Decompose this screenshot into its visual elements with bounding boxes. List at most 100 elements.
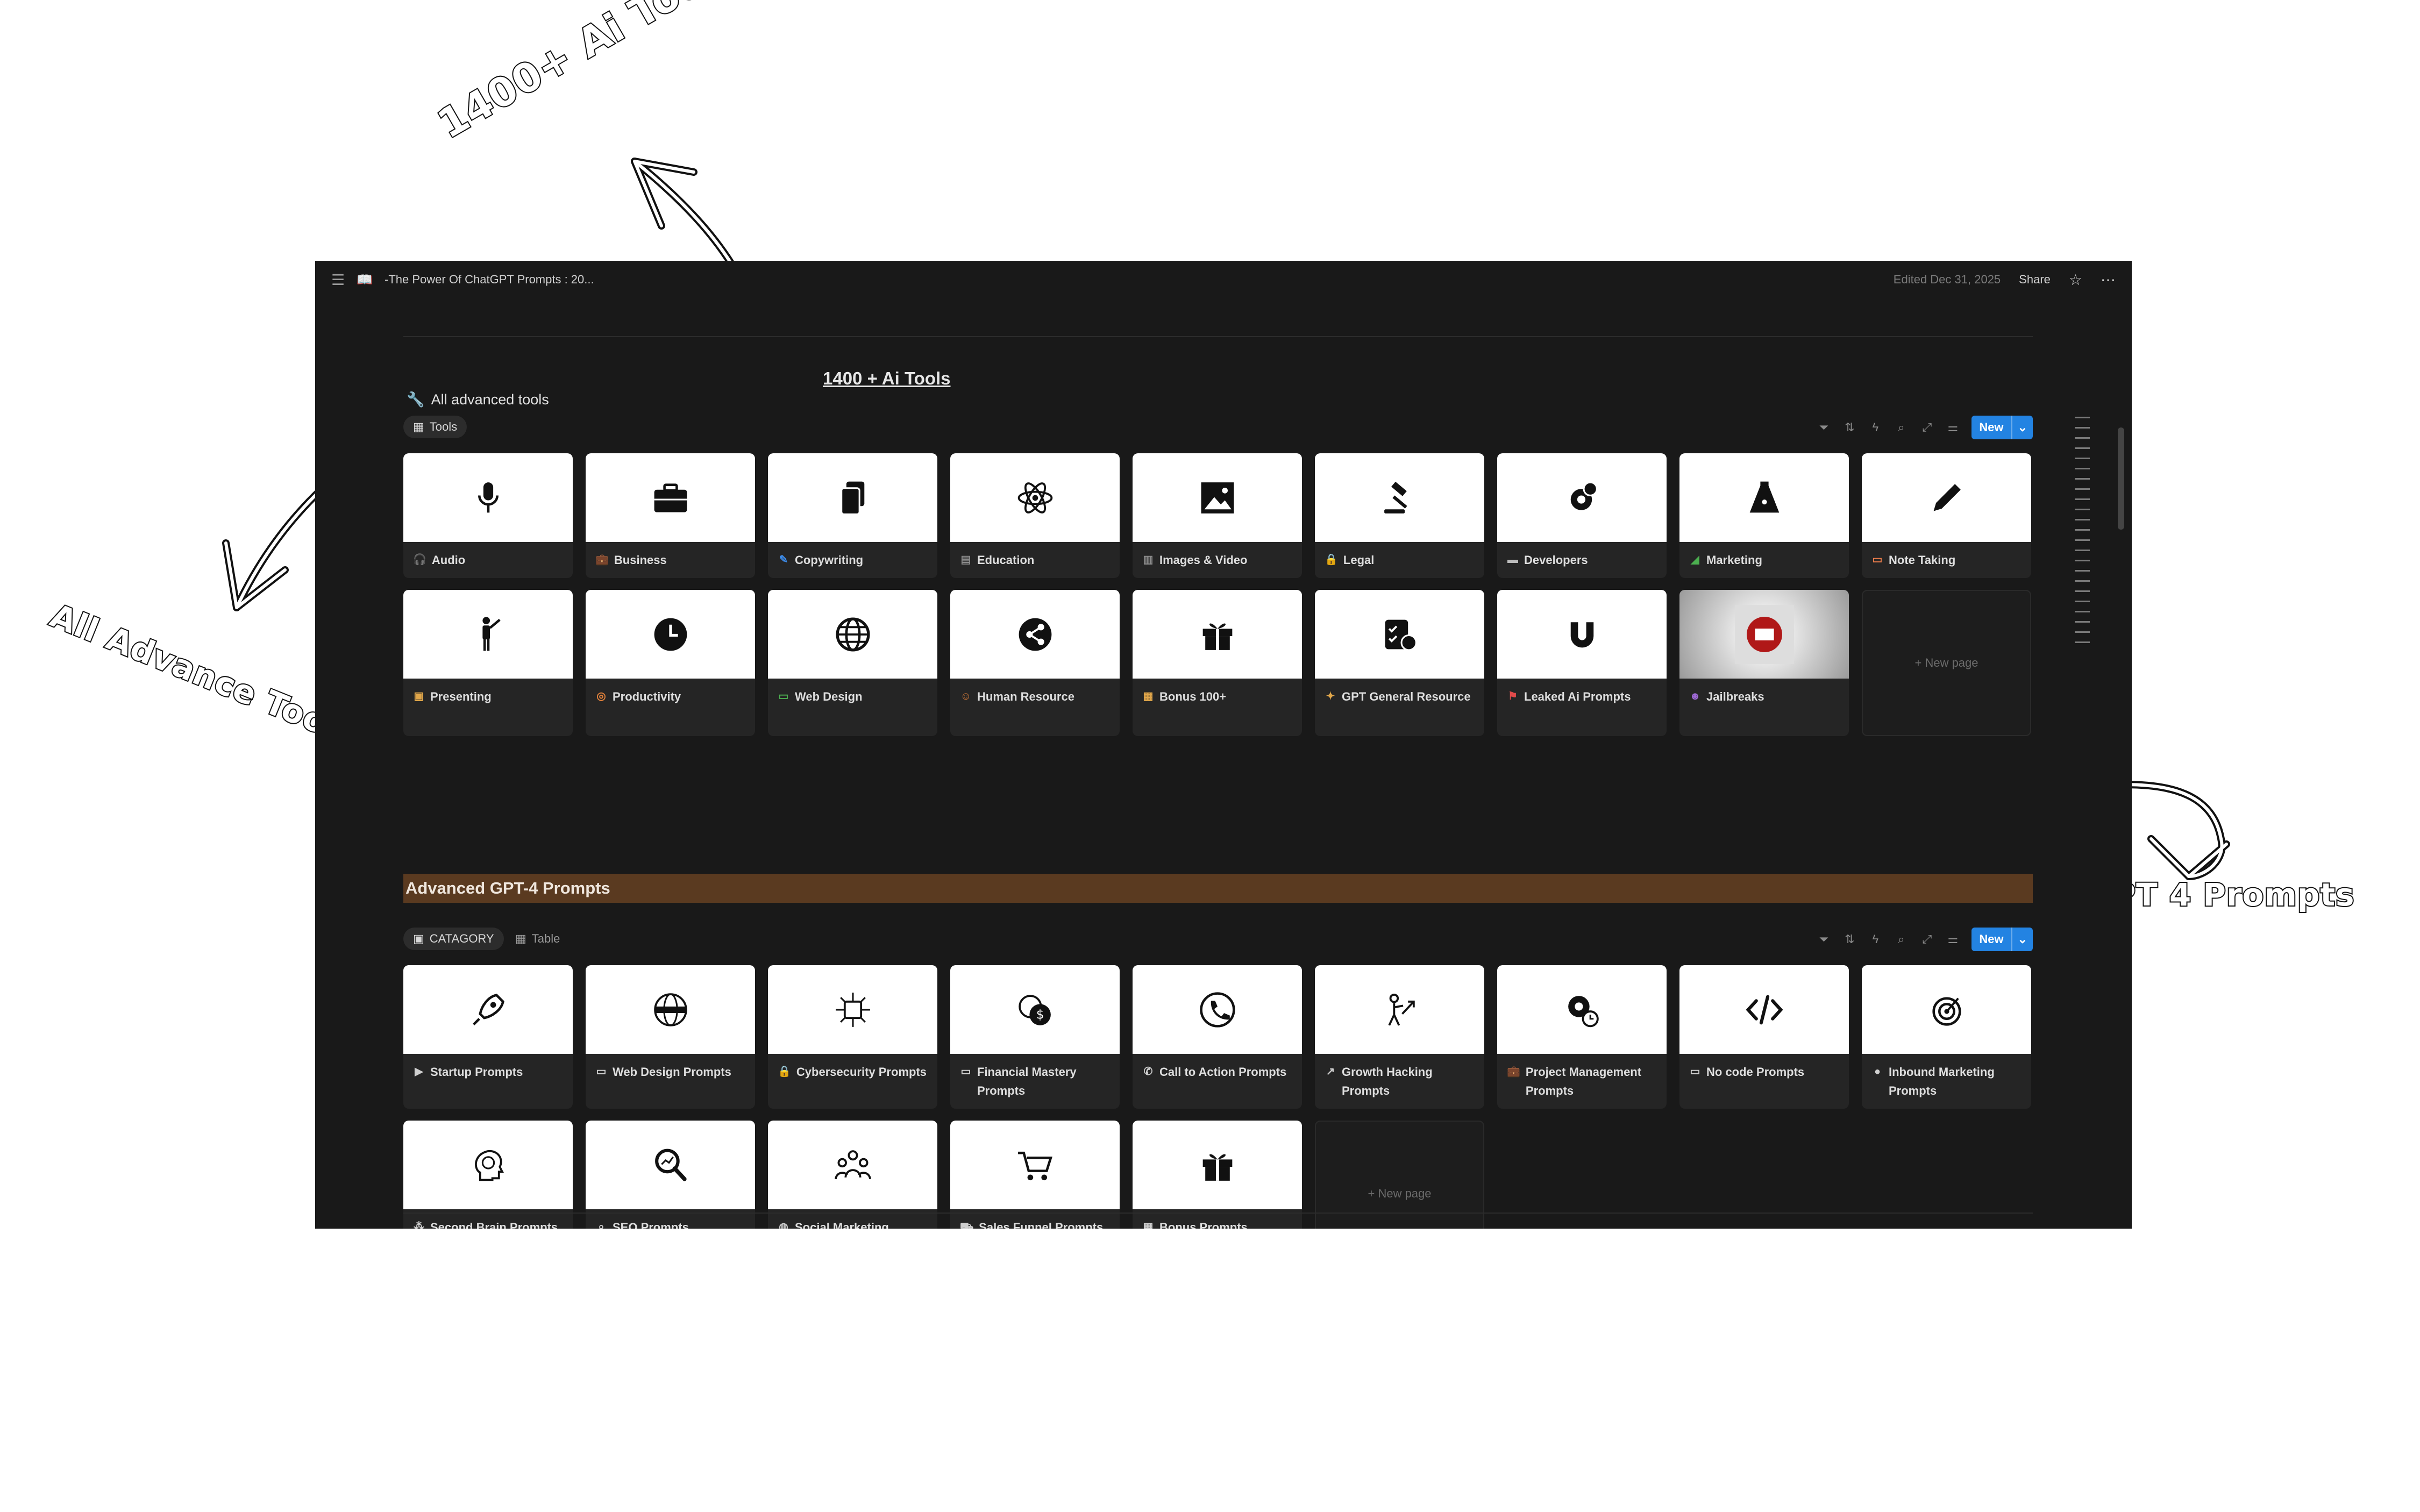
card-bonus-100[interactable]: ▦ Bonus 100+ <box>1133 590 1302 736</box>
tab-table[interactable]: ▦ Table <box>506 928 570 950</box>
card-business[interactable]: 💼 Business <box>586 453 755 578</box>
card-education[interactable]: ▤ Education <box>950 453 1120 578</box>
gift-icon: ▦ <box>1143 690 1154 702</box>
card-cybersecurity-prompts[interactable]: 🔒 Cybersecurity Prompts <box>768 965 937 1109</box>
laptop-icon: ▭ <box>1690 1065 1700 1078</box>
top-bar: ☰ 📖 -The Power Of ChatGPT Prompts : 20..… <box>315 261 2132 298</box>
card-caption: 💼 Business <box>586 542 755 578</box>
card-label: SEO Prompts <box>613 1221 689 1229</box>
settings-icon[interactable]: ⚌ <box>1946 932 1960 946</box>
search-icon[interactable]: ⌕ <box>1894 420 1908 434</box>
presentation-icon: ▣ <box>414 690 424 702</box>
card-caption: ▭ Web Design <box>768 679 937 715</box>
chip-icon <box>835 992 870 1027</box>
brain-head-icon <box>474 1150 504 1181</box>
card-human-resource[interactable]: ☺ Human Resource <box>950 590 1120 736</box>
card-cover <box>1679 453 1849 542</box>
cart-icon: ⛟ <box>960 1221 974 1229</box>
card-inbound-marketing-prompts[interactable]: ● Inbound Marketing Prompts <box>1862 965 2031 1109</box>
svg-text:$: $ <box>1036 1008 1044 1022</box>
card-caption: ✦ GPT General Resource <box>1315 679 1484 715</box>
card-caption: ▬ Developers <box>1497 542 1667 578</box>
briefcase-icon <box>654 483 687 512</box>
table-icon: ▦ <box>413 420 424 433</box>
pencil-icon <box>1933 483 1961 511</box>
tab-tools[interactable]: ▦ Tools <box>403 416 467 438</box>
megaphone-icon: ◢ <box>1691 553 1699 566</box>
expand-icon[interactable]: ⤢ <box>1920 420 1934 434</box>
star-icon[interactable]: ☆ <box>2069 271 2082 289</box>
laptop-icon: ▭ <box>596 1065 607 1078</box>
new-page-card[interactable]: + New page <box>1862 590 2031 736</box>
new-label: New <box>1979 420 2004 434</box>
card-note-taking[interactable]: ▭ Note Taking <box>1862 453 2031 578</box>
gift-icon <box>1202 1153 1232 1181</box>
chevron-down-icon[interactable]: ⌄ <box>2011 928 2033 951</box>
tools-toolbar: ⏷ ⇅ ϟ ⌕ ⤢ ⚌ New ⌄ <box>1817 416 2033 439</box>
presenter-icon <box>482 616 501 651</box>
card-caption: ◢ Marketing <box>1679 542 1849 578</box>
settings-icon[interactable]: ⚌ <box>1946 420 1960 434</box>
card-label: Jailbreaks <box>1706 690 1764 703</box>
hamburger-icon[interactable]: ☰ <box>331 271 345 289</box>
card-presenting[interactable]: ▣ Presenting <box>403 590 573 736</box>
automation-icon[interactable]: ϟ <box>1868 420 1882 434</box>
card-call-to-action-prompts[interactable]: ✆ Call to Action Prompts <box>1133 965 1302 1109</box>
filter-icon[interactable]: ⏷ <box>1817 932 1831 946</box>
new-button[interactable]: New ⌄ <box>1971 928 2033 951</box>
search-icon[interactable]: ⌕ <box>1894 932 1908 946</box>
card-developers[interactable]: ▬ Developers <box>1497 453 1667 578</box>
share-button[interactable]: Share <box>2019 273 2051 287</box>
card-startup-prompts[interactable]: ▶ Startup Prompts <box>403 965 573 1109</box>
card-productivity[interactable]: ◎ Productivity <box>586 590 755 736</box>
card-growth-hacking-prompts[interactable]: ↗ Growth Hacking Prompts <box>1315 965 1484 1109</box>
growth-person-icon <box>1388 993 1415 1026</box>
card-label: Growth Hacking Prompts <box>1342 1065 1433 1097</box>
checklist-icon <box>1385 619 1417 651</box>
card-marketing[interactable]: ◢ Marketing <box>1679 453 1849 578</box>
tab-catagory[interactable]: ▣ CATAGORY <box>403 928 504 950</box>
copy-icon <box>840 481 864 515</box>
card-cover <box>403 1121 573 1209</box>
card-cover <box>586 590 755 679</box>
card-project-management-prompts[interactable]: 💼 Project Management Prompts <box>1497 965 1667 1109</box>
ellipsis-icon[interactable]: ⋯ <box>2101 271 2116 289</box>
chevron-down-icon[interactable]: ⌄ <box>2011 416 2033 439</box>
card-cover <box>768 453 937 542</box>
new-button[interactable]: New ⌄ <box>1971 416 2033 439</box>
network-icon: ⁂ <box>414 1221 424 1229</box>
annotation-top: 1400+ Ai Tools <box>429 0 747 148</box>
sort-icon[interactable]: ⇅ <box>1842 420 1856 434</box>
divider <box>403 336 2033 337</box>
expand-icon[interactable]: ⤢ <box>1920 932 1934 946</box>
card-legal[interactable]: 🔒 Legal <box>1315 453 1484 578</box>
card-web-design[interactable]: ▭ Web Design <box>768 590 937 736</box>
outline-minimap[interactable] <box>2075 417 2090 761</box>
card-images-video[interactable]: ▥ Images & Video <box>1133 453 1302 578</box>
card-gpt-general-resource[interactable]: ✦ GPT General Resource <box>1315 590 1484 736</box>
page-link-all-advanced-tools[interactable]: 🔧 All advanced tools <box>407 391 549 408</box>
laptop-icon: ▭ <box>778 690 789 702</box>
headphones-icon: 🎧 <box>413 553 426 566</box>
card-no-code-prompts[interactable]: ▭ No code Prompts <box>1679 965 1849 1109</box>
gear-code-icon <box>1570 481 1598 510</box>
lock-icon: 🔒 <box>778 1065 791 1078</box>
atom-icon <box>1017 482 1052 513</box>
scrollbar[interactable] <box>2118 427 2124 530</box>
sort-icon[interactable]: ⇅ <box>1842 932 1856 946</box>
card-jailbreaks[interactable]: ☻ Jailbreaks <box>1679 590 1849 736</box>
page-title[interactable]: -The Power Of ChatGPT Prompts : 20... <box>385 273 594 287</box>
card-audio[interactable]: 🎧 Audio <box>403 453 573 578</box>
card-financial-mastery-prompts[interactable]: $ ▭ Financial Mastery Prompts <box>950 965 1120 1109</box>
filter-icon[interactable]: ⏷ <box>1817 420 1831 434</box>
card-label: Bonus 100+ <box>1159 690 1227 703</box>
link-title[interactable]: 1400 + Ai Tools <box>823 368 951 389</box>
card-web-design-prompts[interactable]: ▭ Web Design Prompts <box>586 965 755 1109</box>
gallery-icon: ▣ <box>413 932 424 945</box>
card-cover <box>1315 590 1484 679</box>
app-window: ☰ 📖 -The Power Of ChatGPT Prompts : 20..… <box>315 261 2132 1229</box>
automation-icon[interactable]: ϟ <box>1868 932 1882 946</box>
card-copywriting[interactable]: ✎ Copywriting <box>768 453 937 578</box>
card-leaked-ai-prompts[interactable]: ⚑ Leaked Ai Prompts <box>1497 590 1667 736</box>
card-label: Productivity <box>613 690 681 703</box>
